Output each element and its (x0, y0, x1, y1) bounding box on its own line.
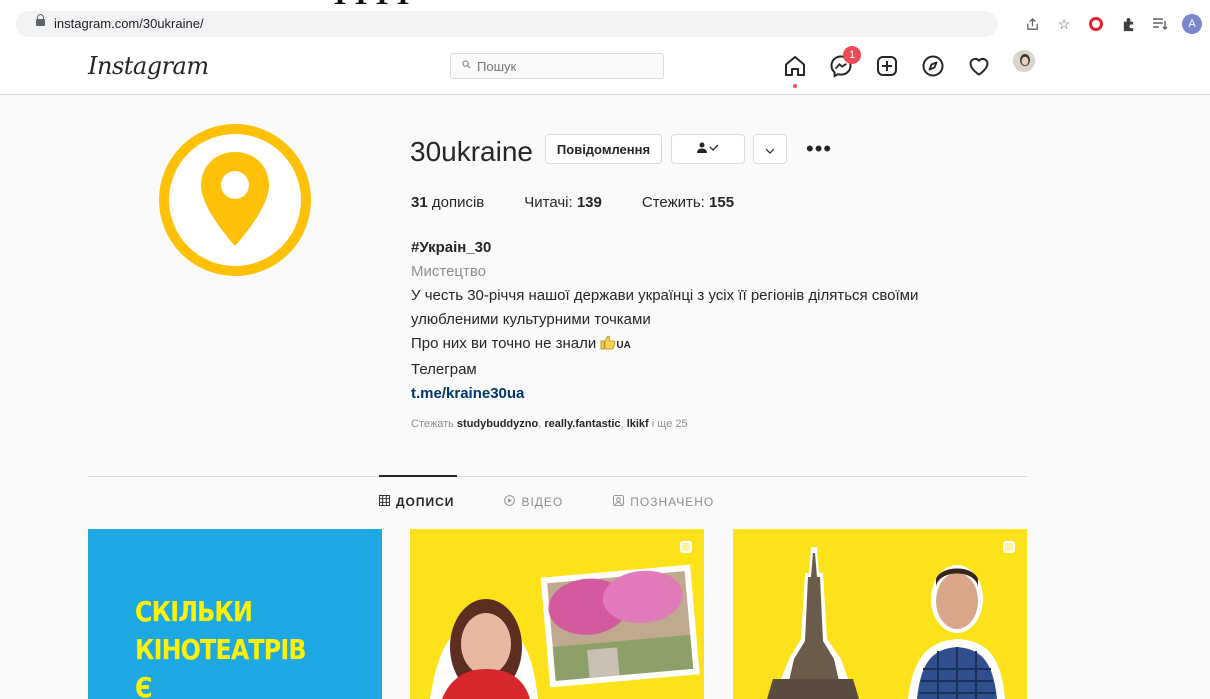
bio-link[interactable]: t.me/kraine30ua (411, 382, 1011, 406)
stat-followers[interactable]: Читачі: 139 (524, 194, 602, 211)
post-tile-image (430, 564, 700, 699)
ua-flag-text: UA (616, 340, 631, 351)
explore-icon[interactable] (921, 54, 945, 78)
messages-badge: 1 (843, 46, 861, 64)
instagram-logo[interactable]: Instagram (88, 52, 209, 80)
bio-name: #Украін_30 (411, 239, 492, 256)
post-tile[interactable]: СКІЛЬКИ КІНОТЕАТРІВ Є (88, 529, 382, 699)
followed-by[interactable]: Стежать studybuddyzno, really.fantastic,… (411, 418, 688, 430)
browser-toolbar: instagram.com/30ukraine/ ☆ A (0, 10, 1210, 40)
bio-category: Мистецтво (411, 263, 487, 280)
extensions-icon[interactable] (1118, 14, 1138, 34)
messenger-icon[interactable]: 1 (829, 46, 861, 78)
thumbs-up-icon (600, 334, 616, 358)
message-button[interactable]: Повідомлення (545, 134, 662, 164)
profile-avatar-icon[interactable] (1013, 50, 1037, 78)
suggestions-toggle-button[interactable] (753, 134, 787, 164)
post-tile-text: СКІЛЬКИ КІНОТЕАТРІВ Є (135, 595, 307, 699)
tabs-divider (88, 476, 1027, 477)
post-tile[interactable] (410, 529, 704, 699)
lock-icon (36, 14, 45, 26)
search-icon (462, 60, 471, 72)
bookmark-star-icon[interactable]: ☆ (1054, 14, 1074, 34)
activity-heart-icon[interactable] (967, 54, 991, 78)
browser-profile-icon[interactable]: A (1182, 14, 1202, 34)
profile-username: 30ukraine (410, 136, 533, 167)
bio-line: улюбленими культурними точками (411, 311, 651, 328)
tab-tagged[interactable]: ПОЗНАЧЕНО (613, 495, 714, 509)
active-tab-indicator (379, 475, 457, 477)
following-button[interactable] (671, 134, 745, 164)
profile-bio: #Украін_30 Мистецтво У честь 30-річчя на… (411, 236, 1011, 406)
tab-video[interactable]: ВІДЕО (504, 495, 563, 509)
bio-line: У честь 30-річчя нашої держави українці … (411, 287, 919, 304)
grid-icon (379, 495, 390, 509)
tab-posts[interactable]: ДОПИСИ (379, 495, 454, 509)
share-icon[interactable] (1022, 14, 1042, 34)
stat-following[interactable]: Стежить: 155 (642, 194, 734, 211)
search-input[interactable] (475, 58, 659, 75)
post-tile-image (767, 547, 1005, 699)
new-post-icon[interactable] (875, 54, 899, 78)
home-icon[interactable] (783, 54, 807, 88)
profile-tabs: ДОПИСИ ВІДЕО ПОЗНАЧЕНО (379, 495, 714, 509)
address-url: instagram.com/30ukraine/ (54, 16, 204, 31)
play-circle-icon (504, 495, 516, 509)
instagram-navbar: Instagram 1 (0, 40, 1210, 95)
profile-picture[interactable] (159, 124, 311, 276)
post-tile[interactable] (733, 529, 1027, 699)
bio-line-with-emoji: Про них ви точно не знали UA (411, 332, 1011, 358)
profile-stats: 31 дописів Читачі: 139 Стежить: 155 (411, 194, 734, 211)
home-active-dot (793, 84, 797, 88)
address-bar[interactable]: instagram.com/30ukraine/ (16, 11, 998, 37)
chevron-down-icon (765, 142, 775, 157)
reading-list-icon[interactable] (1150, 14, 1170, 34)
following-user-icon (697, 142, 719, 157)
stat-posts[interactable]: 31 дописів (411, 194, 484, 211)
tagged-icon (613, 495, 625, 509)
bio-line: Телеграм (411, 361, 477, 378)
search-box[interactable] (450, 53, 664, 79)
more-options-icon[interactable]: ••• (806, 136, 832, 162)
opera-icon[interactable] (1086, 14, 1106, 34)
